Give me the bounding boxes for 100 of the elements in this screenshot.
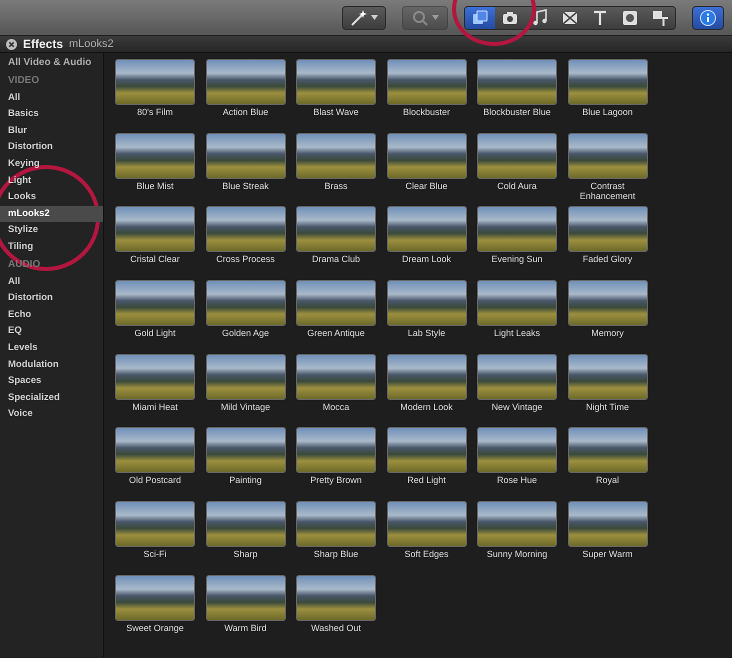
effect-label: Rose Hue — [496, 475, 538, 486]
effect-label: Washed Out — [310, 622, 362, 634]
landscape-thumbnail[interactable] — [296, 132, 376, 179]
effect-label: Sunny Morning — [486, 549, 548, 560]
sidebar-item[interactable]: Modulation — [0, 356, 103, 374]
sidebar-item[interactable]: Echo — [0, 306, 103, 324]
generator-icon — [621, 8, 639, 26]
close-icon — [6, 38, 17, 50]
sidebar-item[interactable]: Distortion — [0, 139, 103, 156]
landscape-thumbnail[interactable] — [206, 574, 286, 621]
stacked-squares-icon — [471, 8, 489, 26]
landscape-thumbnail[interactable] — [206, 501, 286, 548]
info-icon — [700, 10, 716, 26]
landscape-thumbnail[interactable] — [115, 59, 195, 105]
landscape-thumbnail[interactable] — [115, 132, 195, 179]
sidebar-item[interactable]: Specialized — [0, 390, 103, 406]
close-button[interactable] — [6, 38, 17, 50]
sidebar-item[interactable]: Blur — [0, 122, 103, 140]
landscape-thumbnail[interactable] — [568, 206, 648, 252]
landscape-thumbnail[interactable] — [115, 354, 195, 400]
effect-label: Old Postcard — [128, 475, 182, 486]
landscape-thumbnail[interactable] — [386, 280, 466, 326]
effect-label: Gold Light — [133, 328, 177, 339]
browser-tab[interactable] — [465, 6, 495, 28]
landscape-thumbnail[interactable] — [477, 427, 557, 474]
effect-label: Red Light — [406, 475, 447, 486]
sidebar-item[interactable]: Basics — [0, 106, 103, 123]
effect-label: Sci-Fi — [142, 549, 168, 560]
landscape-thumbnail[interactable] — [568, 501, 648, 548]
landscape-thumbnail[interactable] — [296, 206, 376, 252]
sidebar-item[interactable]: All — [0, 274, 103, 290]
effect-label: Evening Sun — [490, 254, 544, 265]
effect-label: New Vintage — [490, 402, 544, 412]
landscape-thumbnail[interactable] — [568, 132, 648, 179]
sidebar-item[interactable]: Distortion — [0, 290, 103, 307]
wand-menu-button[interactable] — [342, 6, 386, 30]
landscape-thumbnail[interactable] — [568, 427, 648, 474]
landscape-thumbnail[interactable] — [568, 280, 648, 326]
sidebar-item[interactable]: mLooks2 — [0, 206, 103, 222]
landscape-thumbnail[interactable] — [206, 132, 286, 179]
effect-label: Sharp — [232, 549, 259, 560]
effect-label: Super Warm — [581, 549, 634, 560]
effect-label: Miami Heat — [131, 402, 179, 412]
effect-label: Drama Club — [310, 254, 361, 265]
magnifier-icon — [411, 8, 429, 26]
landscape-thumbnail[interactable] — [296, 280, 376, 326]
landscape-thumbnail[interactable] — [206, 59, 286, 105]
effect-label: Soft Edges — [403, 549, 450, 560]
landscape-thumbnail[interactable] — [386, 354, 466, 400]
landscape-thumbnail[interactable] — [115, 501, 195, 548]
landscape-thumbnail[interactable] — [386, 206, 466, 252]
sidebar-item[interactable]: Stylize — [0, 222, 103, 239]
landscape-thumbnail[interactable] — [115, 427, 195, 474]
landscape-thumbnail[interactable] — [477, 206, 557, 252]
landscape-thumbnail[interactable] — [386, 59, 466, 105]
sidebar-item[interactable]: EQ — [0, 323, 103, 340]
landscape-thumbnail[interactable] — [477, 354, 557, 400]
landscape-thumbnail[interactable] — [115, 206, 195, 252]
sidebar-item[interactable]: Spaces — [0, 373, 103, 390]
transition-icon — [561, 8, 579, 26]
sidebar-item[interactable]: All Video & Audio — [0, 55, 103, 72]
effect-label: Brass — [323, 180, 348, 192]
effect-label: Painting — [228, 475, 263, 486]
landscape-thumbnail[interactable] — [386, 501, 466, 548]
sidebar-item[interactable]: Keying — [0, 156, 103, 173]
landscape-thumbnail[interactable] — [206, 354, 286, 400]
landscape-thumbnail[interactable] — [115, 280, 195, 326]
landscape-thumbnail[interactable] — [386, 132, 466, 179]
caret-icon — [371, 15, 378, 20]
theme-icon — [651, 8, 669, 26]
effect-label: Blue Streak — [221, 180, 270, 192]
caret-icon — [432, 15, 439, 20]
landscape-thumbnail[interactable] — [206, 206, 286, 252]
landscape-thumbnail[interactable] — [477, 280, 557, 326]
landscape-thumbnail[interactable] — [296, 354, 376, 400]
landscape-thumbnail[interactable] — [115, 574, 195, 621]
landscape-thumbnail[interactable] — [296, 574, 376, 621]
landscape-thumbnail[interactable] — [568, 354, 648, 400]
sidebar-item[interactable]: Voice — [0, 406, 103, 423]
landscape-thumbnail[interactable] — [386, 427, 466, 474]
effect-label: Mild Vintage — [220, 402, 272, 412]
effect-label: Sweet Orange — [125, 622, 185, 634]
info-button[interactable] — [692, 6, 724, 30]
sidebar-item[interactable]: All — [0, 90, 103, 106]
landscape-thumbnail[interactable] — [568, 59, 648, 105]
landscape-thumbnail[interactable] — [206, 280, 286, 326]
landscape-thumbnail[interactable] — [477, 132, 557, 179]
sidebar-item[interactable]: Tiling — [0, 238, 103, 256]
landscape-thumbnail[interactable] — [206, 427, 286, 474]
sidebar-item[interactable]: Looks — [0, 189, 103, 206]
landscape-thumbnail[interactable] — [477, 59, 557, 105]
effect-label: Dream Look — [400, 254, 452, 265]
sidebar-item[interactable]: Levels — [0, 340, 103, 356]
landscape-thumbnail[interactable] — [296, 59, 376, 105]
section-heading: VIDEO — [7, 74, 40, 88]
landscape-thumbnail[interactable] — [296, 501, 376, 548]
landscape-thumbnail[interactable] — [296, 427, 376, 474]
effect-label: Royal — [594, 475, 620, 486]
landscape-thumbnail[interactable] — [477, 501, 557, 548]
effect-label: Blockbuster — [402, 107, 452, 118]
